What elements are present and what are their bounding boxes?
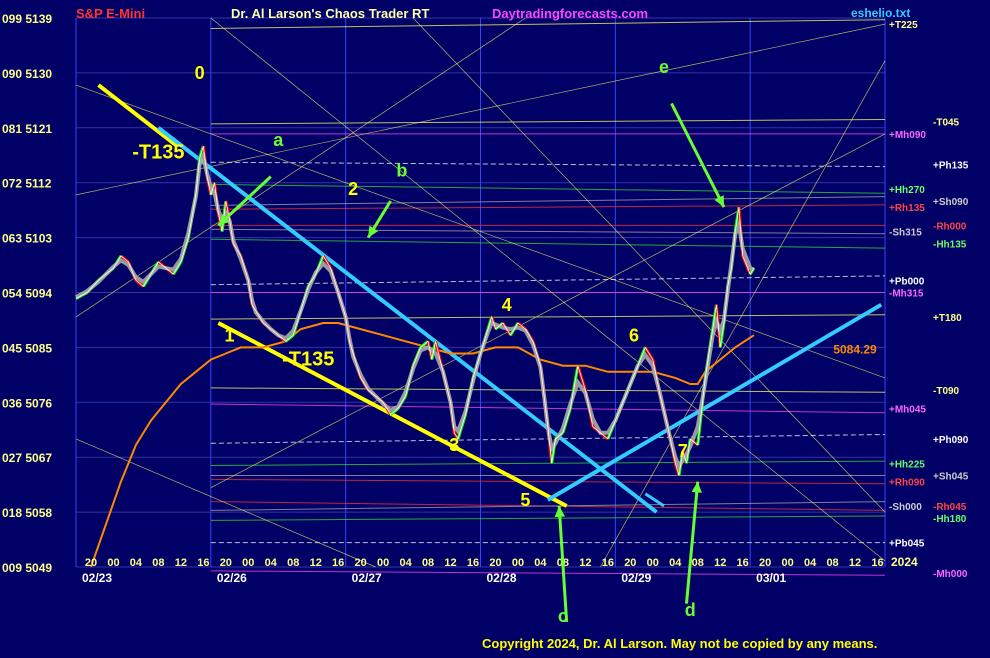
- y-tick-label: 090 5130: [2, 67, 52, 81]
- hour-tick-label: 00: [107, 557, 119, 569]
- right-level-label: -Rh045: [933, 502, 967, 513]
- right-level-label: +Pb045: [889, 539, 925, 550]
- chart-annotation-1: 1: [225, 325, 235, 345]
- date-label: 03/01: [756, 571, 786, 585]
- hour-tick-label: 20: [624, 557, 636, 569]
- right-level-label: -T090: [933, 386, 960, 397]
- hour-tick-label: 04: [669, 557, 682, 569]
- hour-tick-label: 08: [287, 557, 299, 569]
- chart-annotation-T135: -T135: [282, 349, 334, 371]
- y-tick-label: 027 5067: [2, 451, 52, 465]
- y-tick-label: 081 5121: [2, 122, 52, 136]
- chart-annotation-4: 4: [502, 295, 512, 315]
- chart-annotation-c: c: [558, 606, 568, 626]
- hour-tick-label: 08: [826, 557, 838, 569]
- hour-tick-label: 16: [332, 557, 344, 569]
- right-level-label: +Hh225: [889, 459, 925, 470]
- chart-annotation-5: 5: [520, 490, 530, 510]
- chart-annotation-e: e: [659, 57, 669, 77]
- right-level-label: +Mh090: [889, 130, 926, 141]
- year-label: 2024: [891, 555, 918, 569]
- y-tick-label: 099 5139: [2, 12, 52, 26]
- right-level-label: -T045: [933, 118, 960, 129]
- chart-annotation-508429: 5084.29: [833, 343, 877, 357]
- hour-tick-label: 20: [489, 557, 501, 569]
- date-label: 02/23: [82, 571, 112, 585]
- hour-tick-label: 12: [444, 557, 456, 569]
- hour-tick-label: 04: [265, 557, 278, 569]
- hour-tick-label: 04: [399, 557, 412, 569]
- hour-tick-label: 00: [781, 557, 793, 569]
- hour-tick-label: 08: [422, 557, 434, 569]
- hour-tick-label: 12: [310, 557, 322, 569]
- right-level-label: +Rh090: [889, 478, 925, 489]
- instrument-title: S&P E-Mini: [76, 6, 146, 21]
- y-tick-label: 072 5112: [2, 177, 52, 191]
- right-level-label: +Sh090: [933, 197, 969, 208]
- hour-tick-label: 12: [579, 557, 591, 569]
- y-tick-label: 063 5103: [2, 232, 52, 246]
- hour-tick-label: 00: [242, 557, 254, 569]
- right-level-label: -Mh000: [933, 569, 968, 580]
- y-tick-label: 018 5058: [2, 506, 52, 520]
- date-label: 02/27: [352, 571, 382, 585]
- chart-annotation-0: 0: [195, 63, 205, 83]
- chart-annotation-7: 7: [678, 441, 688, 461]
- right-level-label: +Ph135: [933, 160, 969, 171]
- hour-tick-label: 16: [197, 557, 209, 569]
- hour-tick-label: 04: [534, 557, 547, 569]
- hour-tick-label: 04: [804, 557, 817, 569]
- price-chart: 099 5139090 5130081 5121072 5112063 5103…: [0, 0, 990, 658]
- right-level-label: +Hh270: [889, 185, 925, 196]
- hour-tick-label: 16: [467, 557, 479, 569]
- hour-tick-label: 20: [759, 557, 771, 569]
- y-tick-label: 036 5076: [2, 396, 52, 410]
- right-level-label: +Pb000: [889, 276, 925, 287]
- chart-annotation-a: a: [273, 130, 284, 150]
- right-level-label: -Hh135: [933, 240, 967, 251]
- right-level-label: +T180: [933, 313, 962, 324]
- right-level-label: +Sh045: [933, 472, 969, 483]
- hour-tick-label: 08: [152, 557, 164, 569]
- chart-annotation-d: d: [685, 600, 696, 620]
- hour-tick-label: 16: [871, 557, 883, 569]
- right-level-label: -Hh180: [933, 514, 967, 525]
- hour-tick-label: 00: [377, 557, 389, 569]
- hour-tick-label: 20: [355, 557, 367, 569]
- hour-tick-label: 20: [220, 557, 232, 569]
- date-label: 02/28: [487, 571, 517, 585]
- hour-tick-label: 12: [849, 557, 861, 569]
- hour-tick-label: 00: [647, 557, 659, 569]
- hour-tick-label: 12: [714, 557, 726, 569]
- right-level-label: -Rh000: [933, 221, 967, 232]
- chart-title: Dr. Al Larson's Chaos Trader RT: [231, 6, 430, 21]
- copyright-notice: Copyright 2024, Dr. Al Larson. May not b…: [482, 636, 878, 651]
- chart-annotation-6: 6: [629, 325, 639, 345]
- date-label: 02/29: [621, 571, 651, 585]
- right-level-label: -Mh315: [889, 289, 924, 300]
- chart-annotation-2: 2: [348, 179, 358, 199]
- right-level-label: -Sh315: [889, 228, 922, 239]
- file-name: eshelio.txt: [851, 6, 911, 20]
- hour-tick-label: 08: [692, 557, 704, 569]
- chart-annotation-b: b: [396, 161, 407, 181]
- hour-tick-label: 04: [130, 557, 143, 569]
- right-level-label: +T225: [889, 20, 918, 31]
- date-label: 02/26: [217, 571, 247, 585]
- hour-tick-label: 20: [85, 557, 97, 569]
- hour-tick-label: 12: [175, 557, 187, 569]
- right-level-label: +Mh045: [889, 404, 926, 415]
- right-level-label: -Sh000: [889, 502, 922, 513]
- right-level-label: +Ph090: [933, 435, 969, 446]
- hour-tick-label: 00: [512, 557, 524, 569]
- y-tick-label: 009 5049: [2, 561, 52, 575]
- hour-tick-label: 16: [737, 557, 749, 569]
- chart-annotation-T135: -T135: [132, 141, 184, 163]
- y-tick-label: 045 5085: [2, 341, 52, 355]
- chart-annotation-3: 3: [449, 435, 459, 455]
- site-name: Daytradingforecasts.com: [492, 6, 649, 21]
- right-level-label: +Rh135: [889, 203, 925, 214]
- y-tick-label: 054 5094: [2, 287, 52, 301]
- hour-tick-label: 16: [602, 557, 614, 569]
